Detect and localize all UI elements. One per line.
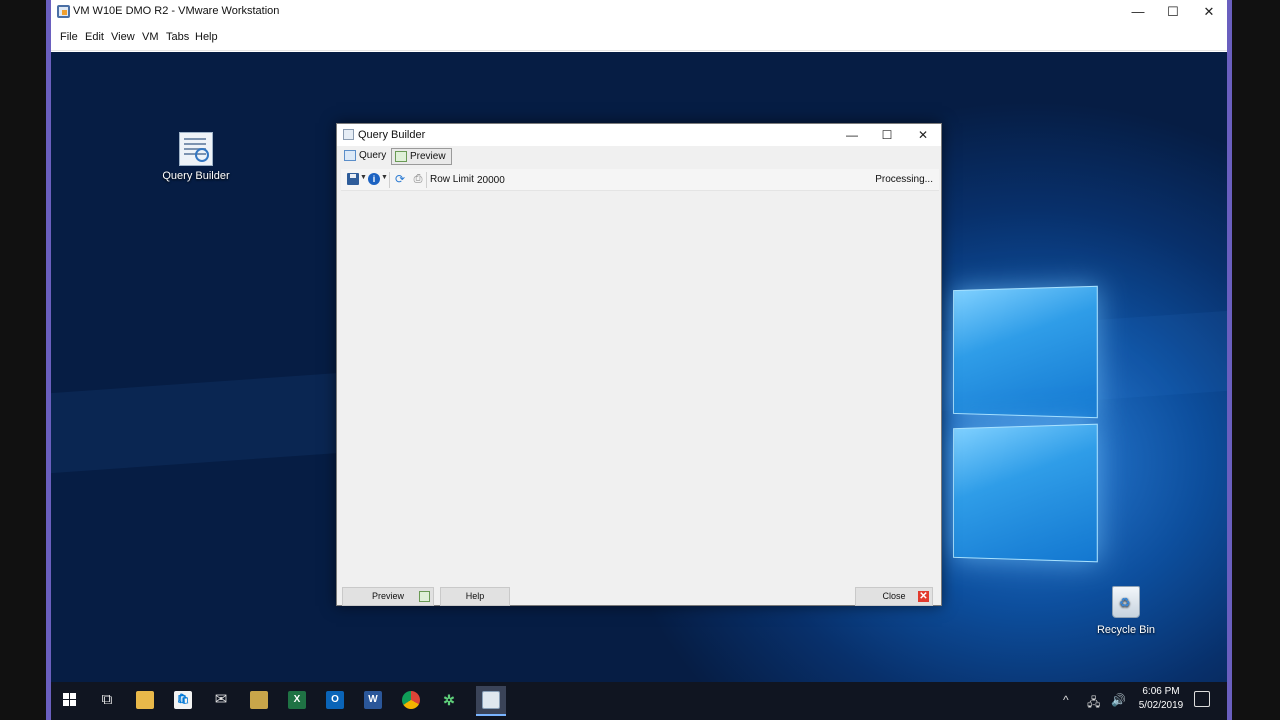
vmware-close-button[interactable]: ✕ [1191,2,1227,22]
row-limit-input[interactable] [475,172,521,188]
dialog-title-bar: Query Builder — ☐ ✕ [337,124,941,146]
close-button[interactable]: Close ✕ [855,587,933,606]
taskbar: ⧉ 🛍 ✉ X O W ✲ ^ 🖧 🔊 6:06 PM 5/02/2019 [51,682,1227,720]
query-builder-small-icon [343,129,354,140]
button-label: Help [465,591,485,601]
desktop-icon-query-builder[interactable]: Query Builder [162,132,230,182]
query-builder-window: Query Builder — ☐ ✕ Query Preview ▼ i ▼ … [336,123,942,606]
folder-app-icon[interactable] [248,689,270,711]
menu-file[interactable]: File [60,31,78,43]
tab-label: Query [359,150,387,161]
desktop-icon-label: Query Builder [162,170,230,182]
tray-overflow-chevron-icon[interactable]: ^ [1063,693,1069,707]
vmware-menu-bar: File Edit View VM Tabs Help [51,24,1227,51]
vmware-maximize-button[interactable]: ☐ [1155,2,1191,22]
dialog-close-button[interactable]: ✕ [906,125,940,145]
mail-icon[interactable]: ✉ [210,689,232,711]
tool-app-icon[interactable]: ✲ [438,689,460,711]
print-icon[interactable]: ⎙ [412,173,424,185]
tab-label: Preview [410,151,446,162]
preview-toolbar: ▼ i ▼ ⟳ ⎙ Row Limit Processing... [341,169,939,191]
row-limit-label: Row Limit [430,174,474,185]
dialog-footer: Preview Help Close ✕ [337,586,941,606]
menu-vm[interactable]: VM [142,31,159,43]
screen-frame: VM W10E DMO R2 - VMware Workstation — ☐ … [0,0,1280,720]
tab-preview[interactable]: Preview [391,148,452,165]
dialog-minimize-button[interactable]: — [835,125,869,145]
query-builder-icon [179,132,213,166]
preview-results-area [341,192,939,584]
query-tab-icon [344,150,356,161]
chrome-icon[interactable] [400,689,422,711]
network-icon[interactable]: 🖧 [1087,693,1100,714]
start-button[interactable] [63,693,77,707]
button-label: Preview [371,591,404,601]
vmware-title-bar: VM W10E DMO R2 - VMware Workstation — ☐ … [51,0,1227,24]
toolbar-separator [389,172,390,188]
recycle-bin-icon [1112,586,1140,618]
outlook-icon[interactable]: O [324,689,346,711]
close-icon: ✕ [918,591,929,602]
tab-query[interactable]: Query [341,148,391,165]
store-icon[interactable]: 🛍 [172,689,194,711]
task-view-icon[interactable]: ⧉ [96,689,118,711]
volume-icon[interactable]: 🔊 [1111,693,1126,707]
query-builder-taskbar-icon[interactable] [476,686,506,716]
help-button[interactable]: Help [440,587,510,606]
menu-tabs[interactable]: Tabs [166,31,189,43]
menu-edit[interactable]: Edit [85,31,104,43]
save-dropdown-chevron-icon[interactable]: ▼ [360,174,367,181]
word-icon[interactable]: W [362,689,384,711]
excel-icon[interactable]: X [286,689,308,711]
preview-icon [419,591,430,602]
info-icon[interactable]: i [368,173,380,185]
windows-logo-pane-bottom [953,423,1098,563]
file-explorer-icon[interactable] [134,689,156,711]
vmware-window: VM W10E DMO R2 - VMware Workstation — ☐ … [51,0,1227,720]
guest-desktop: Query Builder Recycle Bin Query Builder … [51,52,1227,682]
refresh-icon[interactable]: ⟳ [394,173,406,185]
vmware-logo-icon [57,5,70,18]
menu-help[interactable]: Help [195,31,218,43]
taskbar-clock[interactable]: 6:06 PM 5/02/2019 [1129,685,1193,713]
toolbar-separator [426,172,427,188]
menu-view[interactable]: View [111,31,135,43]
vmware-title: VM W10E DMO R2 - VMware Workstation [73,5,280,17]
frame-border-right [1227,0,1232,720]
dialog-maximize-button[interactable]: ☐ [870,125,904,145]
vmware-minimize-button[interactable]: — [1120,2,1156,22]
info-dropdown-chevron-icon[interactable]: ▼ [381,174,388,181]
status-text: Processing... [875,174,933,185]
preview-tab-icon [395,151,407,162]
preview-button[interactable]: Preview [342,587,434,606]
clock-time: 6:06 PM [1142,686,1180,697]
notifications-icon[interactable] [1194,691,1210,707]
dialog-title: Query Builder [358,129,426,141]
desktop-icon-recycle-bin[interactable]: Recycle Bin [1094,586,1158,636]
button-label: Close [882,591,906,601]
dialog-tab-bar: Query Preview [337,146,941,166]
windows-logo-pane-top [953,285,1098,419]
desktop-icon-label: Recycle Bin [1096,624,1156,636]
clock-date: 5/02/2019 [1138,700,1184,711]
save-icon[interactable] [347,173,359,185]
